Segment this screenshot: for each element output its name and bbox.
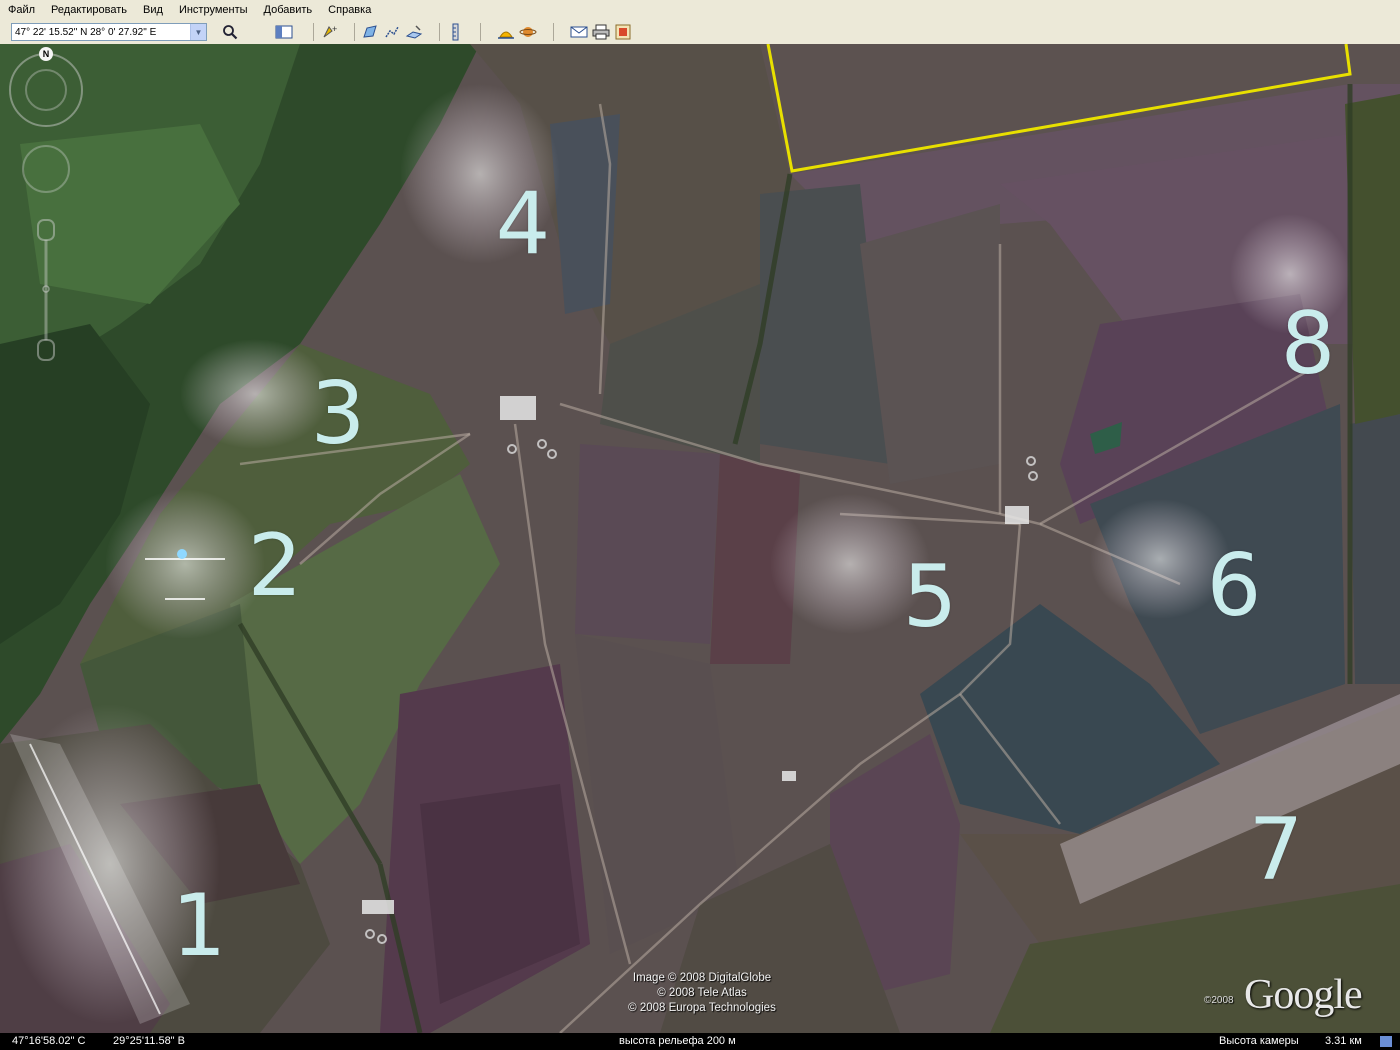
logo-year: ©2008 — [1204, 995, 1234, 1006]
toolbar-separator — [313, 23, 314, 41]
menu-bar: Файл Редактировать Вид Инструменты Добав… — [0, 0, 1400, 21]
toolbar-separator — [439, 23, 440, 41]
polygon-button[interactable] — [359, 22, 381, 42]
compass-north-letter: N — [43, 49, 50, 59]
sky-button[interactable] — [517, 22, 539, 42]
streaming-indicator-icon — [1380, 1036, 1392, 1047]
ruler-icon — [452, 23, 459, 41]
attribution-line-1: Image © 2008 DigitalGlobe — [632, 972, 772, 984]
map-view[interactable]: 1 2 3 4 5 6 7 8 N Image © 2008 DigitalGl… — [0, 44, 1400, 1033]
polygon-icon — [363, 25, 377, 38]
move-ring-icon — [22, 145, 70, 193]
sidebar-button[interactable] — [273, 22, 295, 42]
print-button[interactable] — [590, 22, 612, 42]
toolbar-separator — [553, 23, 554, 41]
site-label-1: 1 — [171, 876, 227, 976]
pointer-longitude: 29°25'11.58" В — [113, 1035, 185, 1047]
svg-text:+: + — [332, 24, 337, 34]
search-input[interactable] — [12, 26, 194, 38]
view-in-maps-button[interactable] — [612, 22, 634, 42]
site-label-8: 8 — [1280, 294, 1336, 394]
ruler-button[interactable] — [444, 22, 466, 42]
search-box[interactable]: ▼ — [11, 23, 207, 41]
overlay-icon — [405, 25, 423, 39]
menu-file[interactable]: Файл — [0, 0, 43, 20]
toolbar: ▼ + — [0, 20, 1400, 45]
path-button[interactable] — [381, 22, 403, 42]
site-label-3: 3 — [310, 364, 366, 464]
path-icon — [385, 26, 399, 38]
attribution-line-2: © 2008 Tele Atlas — [657, 987, 747, 999]
menu-edit[interactable]: Редактировать — [43, 0, 135, 20]
placemark-icon: + — [323, 24, 337, 38]
print-icon — [592, 24, 610, 40]
look-ring-icon — [9, 53, 83, 127]
overlay-button[interactable] — [403, 22, 425, 42]
imagery-attribution: Image © 2008 DigitalGlobe © 2008 Tele At… — [617, 971, 787, 1016]
pointer-latitude: 47°16'58.02" С — [12, 1035, 86, 1047]
google-logo: Google — [1244, 972, 1363, 1018]
sunlight-button[interactable] — [495, 22, 517, 42]
planet-icon — [519, 27, 537, 37]
zoom-out-icon — [37, 339, 55, 361]
camera-altitude-value: 3.31 км — [1325, 1035, 1362, 1047]
toolbar-separator — [354, 23, 355, 41]
dropdown-arrow-icon[interactable]: ▼ — [190, 24, 206, 40]
site-label-6: 6 — [1206, 536, 1262, 636]
search-button[interactable] — [219, 22, 241, 42]
status-bar: 47°16'58.02" С 29°25'11.58" В высота рел… — [0, 1033, 1400, 1050]
email-icon — [570, 26, 588, 38]
site-label-4: 4 — [495, 174, 551, 274]
menu-view[interactable]: Вид — [135, 0, 171, 20]
camera-altitude-label: Высота камеры — [1219, 1035, 1299, 1047]
zoom-in-icon — [37, 219, 55, 241]
toolbar-separator — [480, 23, 481, 41]
view-in-maps-icon — [615, 24, 631, 40]
attribution-line-3: © 2008 Europa Technologies — [628, 1002, 776, 1014]
site-label-2: 2 — [247, 516, 303, 616]
navigation-controls[interactable]: N — [0, 44, 90, 374]
site-label-7: 7 — [1248, 800, 1304, 900]
site-label-5: 5 — [902, 547, 958, 647]
sidebar-icon — [275, 25, 293, 39]
magnifier-icon — [223, 25, 238, 40]
terrain-elevation: высота рельефа 200 м — [619, 1035, 736, 1047]
email-button[interactable] — [568, 22, 590, 42]
menu-help[interactable]: Справка — [320, 0, 379, 20]
sun-icon — [498, 31, 514, 39]
menu-tools[interactable]: Инструменты — [171, 0, 256, 20]
placemark-button[interactable]: + — [318, 22, 340, 42]
menu-add[interactable]: Добавить — [256, 0, 321, 20]
